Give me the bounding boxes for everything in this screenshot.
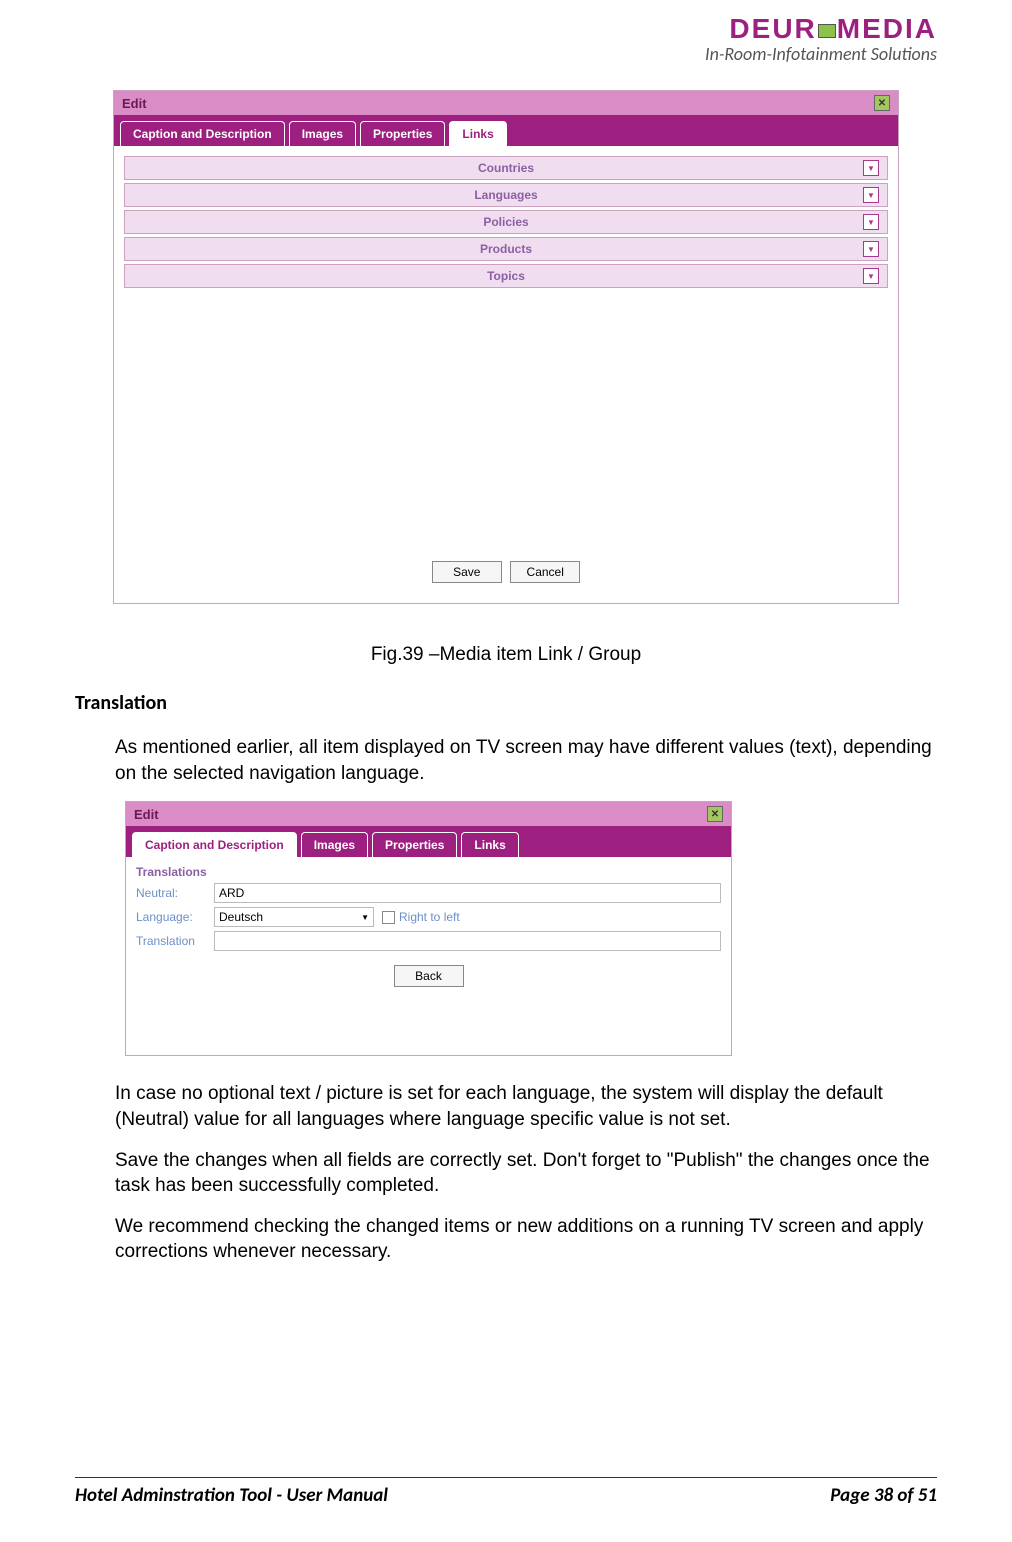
paragraph-3: Save the changes when all fields are cor… — [115, 1148, 937, 1199]
link-row-products: Products ▼ — [124, 237, 888, 261]
edit-window-caption: Edit ✕ Caption and Description Images Pr… — [125, 801, 732, 1056]
link-label: Countries — [478, 161, 534, 175]
paragraph-2: In case no optional text / picture is se… — [115, 1081, 937, 1132]
chevron-down-icon[interactable]: ▼ — [863, 160, 879, 176]
rtl-wrap: Right to left — [382, 910, 460, 924]
button-row: Back — [136, 955, 721, 997]
tab-caption-description[interactable]: Caption and Description — [132, 832, 297, 857]
figure-caption: Fig.39 –Media item Link / Group — [75, 644, 937, 666]
tab-images[interactable]: Images — [289, 121, 356, 146]
tagline: In-Room-Infotainment Solutions — [705, 43, 937, 65]
cancel-button[interactable]: Cancel — [510, 561, 580, 583]
paragraph-intro: As mentioned earlier, all item displayed… — [115, 735, 937, 786]
logo-box-icon — [818, 24, 836, 38]
footer-left: Hotel Adminstration Tool - User Manual — [75, 1484, 388, 1507]
tab-properties[interactable]: Properties — [360, 121, 445, 146]
close-icon[interactable]: ✕ — [874, 95, 890, 111]
section-heading-translation: Translation — [75, 691, 937, 715]
logo: DEURMEDIA — [705, 15, 937, 43]
tabs-bar: Caption and Description Images Propertie… — [126, 826, 731, 857]
translation-field[interactable] — [214, 931, 721, 951]
language-label: Language: — [136, 910, 206, 924]
window-title-text: Edit — [122, 96, 147, 111]
link-label: Products — [480, 242, 532, 256]
link-label: Policies — [483, 215, 528, 229]
chevron-down-icon[interactable]: ▼ — [863, 214, 879, 230]
page-footer: Hotel Adminstration Tool - User Manual P… — [75, 1477, 937, 1507]
link-label: Topics — [487, 269, 525, 283]
link-row-topics: Topics ▼ — [124, 264, 888, 288]
translation-row: Translation — [136, 931, 721, 951]
links-panel: Countries ▼ Languages ▼ Policies ▼ Produ… — [114, 146, 898, 603]
link-row-languages: Languages ▼ — [124, 183, 888, 207]
tab-properties[interactable]: Properties — [372, 832, 457, 857]
translations-section-label: Translations — [136, 865, 721, 879]
back-button[interactable]: Back — [394, 965, 464, 987]
tab-links[interactable]: Links — [449, 121, 506, 146]
edit-window-links: Edit ✕ Caption and Description Images Pr… — [113, 90, 899, 604]
tab-images[interactable]: Images — [301, 832, 368, 857]
language-row: Language: Deutsch ▼ Right to left — [136, 907, 721, 927]
chevron-down-icon[interactable]: ▼ — [863, 241, 879, 257]
page-header: DEURMEDIA In-Room-Infotainment Solutions — [705, 15, 937, 65]
tab-caption-description[interactable]: Caption and Description — [120, 121, 285, 146]
window-titlebar: Edit ✕ — [126, 802, 731, 826]
footer-right: Page 38 of 51 — [830, 1484, 937, 1507]
chevron-down-icon: ▼ — [361, 913, 369, 922]
link-row-countries: Countries ▼ — [124, 156, 888, 180]
rtl-checkbox[interactable] — [382, 911, 395, 924]
tab-links[interactable]: Links — [461, 832, 518, 857]
window-title-text: Edit — [134, 807, 159, 822]
neutral-row: Neutral: ARD — [136, 883, 721, 903]
chevron-down-icon[interactable]: ▼ — [863, 268, 879, 284]
tabs-bar: Caption and Description Images Propertie… — [114, 115, 898, 146]
translations-form: Translations Neutral: ARD Language: Deut… — [126, 857, 731, 1055]
neutral-field[interactable]: ARD — [214, 883, 721, 903]
window-titlebar: Edit ✕ — [114, 91, 898, 115]
link-label: Languages — [474, 188, 537, 202]
paragraph-4: We recommend checking the changed items … — [115, 1214, 937, 1265]
close-icon[interactable]: ✕ — [707, 806, 723, 822]
language-select[interactable]: Deutsch ▼ — [214, 907, 374, 927]
rtl-label: Right to left — [399, 910, 460, 924]
chevron-down-icon[interactable]: ▼ — [863, 187, 879, 203]
language-select-value: Deutsch — [219, 910, 263, 924]
translation-label: Translation — [136, 934, 206, 948]
button-row: Save Cancel — [124, 551, 888, 593]
save-button[interactable]: Save — [432, 561, 502, 583]
link-row-policies: Policies ▼ — [124, 210, 888, 234]
neutral-label: Neutral: — [136, 886, 206, 900]
